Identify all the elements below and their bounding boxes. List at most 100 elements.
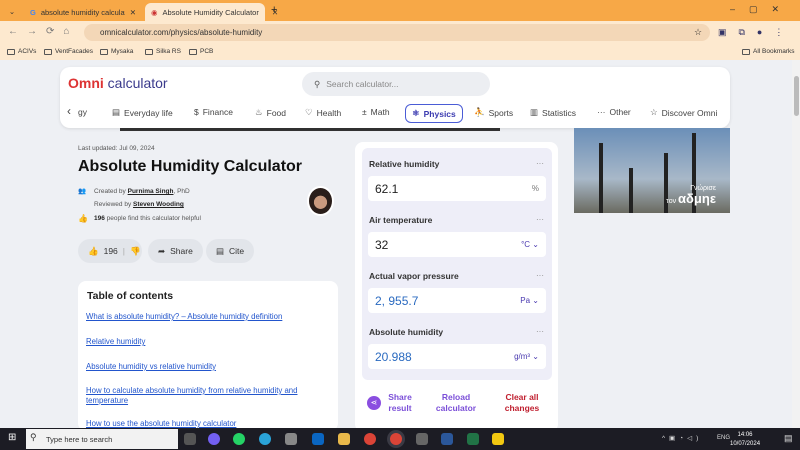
nav-item-everyday-life[interactable]: ▤Everyday life [112,107,173,118]
food-icon: ♨ [255,107,263,118]
folder-icon [189,49,197,55]
share-icon[interactable]: ⋖ [367,396,381,410]
nav-item-math[interactable]: ±Math [362,107,390,117]
pole-shape [599,143,603,213]
field-label: Relative humidity [369,159,439,169]
unit-select[interactable]: g/m³ ⌄ [514,352,539,361]
language-indicator[interactable]: ENG [717,435,730,441]
close-icon[interactable]: ✕ [130,8,136,17]
telegram-icon[interactable] [259,433,271,445]
search-icon: ⚲ [314,79,320,90]
calendar-icon: ▤ [112,107,120,118]
notifications-icon[interactable]: ▤ [784,433,793,444]
thumbs-up-icon: 👍 [88,246,99,257]
nav-item-technology[interactable]: gy [78,107,87,117]
more-options-icon[interactable]: ··· [536,159,544,168]
bookmark-star-icon[interactable]: ☆ [694,27,702,38]
reviewer-link[interactable]: Steven Wooding [133,201,184,208]
nav-item-sports[interactable]: ⛹Sports [474,107,513,118]
calculator-app-icon[interactable] [285,433,297,445]
toc-link[interactable]: How to calculate absolute humidity from … [86,386,326,405]
extensions-icons[interactable]: ▣⧉●⋮ [718,27,795,38]
cite-button[interactable]: ▤Cite [206,239,254,263]
nav-item-finance[interactable]: $Finance [194,107,233,117]
all-bookmarks[interactable]: All Bookmarks [742,48,795,55]
atom-icon: ⚛ [412,108,420,119]
sports-icon: ⛹ [474,107,485,118]
sticky-notes-icon[interactable] [492,433,504,445]
more-options-icon[interactable]: ··· [536,215,544,224]
absolute-humidity-input[interactable]: 20.988g/m³ ⌄ [368,344,546,369]
share-button[interactable]: ➦Share [148,239,203,263]
file-explorer-icon[interactable] [338,433,350,445]
tab-omni[interactable]: ◉Absolute Humidity Calculator✕ [145,3,265,21]
toc-link[interactable]: Relative humidity [86,337,326,347]
unit-select[interactable]: °C ⌄ [521,240,539,249]
toc-title: Table of contents [87,290,173,302]
unit-select[interactable]: Pa ⌄ [520,296,539,305]
nav-item-statistics[interactable]: ▥Statistics [530,107,576,118]
app-icon[interactable] [416,433,428,445]
excel-icon[interactable] [467,433,479,445]
system-tray-icons[interactable]: ^▣◔◁) [662,434,702,442]
word-icon[interactable] [441,433,453,445]
hero-image-strip [120,128,500,131]
bookmark-folder[interactable]: Mysaka [100,48,133,55]
tab-search-button[interactable]: ⌄ [4,4,20,18]
more-options-icon[interactable]: ··· [536,271,544,280]
bookmark-folder[interactable]: ACIVs [7,48,36,55]
nav-prev-button[interactable]: ‹ [67,104,71,118]
share-arrow-icon: ➦ [158,246,165,257]
author-link[interactable]: Purnima Singh [128,188,174,195]
air-temperature-input[interactable]: 32°C ⌄ [368,232,546,257]
thumbs-down-icon[interactable]: 👎 [130,246,141,257]
reload-calculator-button[interactable]: Reload calculator [432,392,480,413]
scrollbar-thumb[interactable] [794,76,799,116]
share-result-button[interactable]: Share result [386,392,414,413]
bookmark-folder[interactable]: Silka RS [145,48,181,55]
toc-link[interactable]: What is absolute humidity? – Absolute hu… [86,312,326,322]
address-bar[interactable]: omnicalculator.com/physics/absolute-humi… [84,24,710,41]
nav-item-health[interactable]: ♡Health [305,107,341,118]
chrome-icon[interactable] [364,433,376,445]
nav-buttons[interactable]: ←→⟳⌂ [8,26,78,37]
nav-item-discover-omni[interactable]: ☆Discover Omni [650,107,717,118]
bookmark-folder[interactable]: VentFacades [44,48,93,55]
more-options-icon[interactable]: ··· [536,327,544,336]
field-label: Air temperature [369,215,432,225]
toc-link[interactable]: Absolute humidity vs relative humidity [86,362,326,372]
clear-changes-button[interactable]: Clear all changes [498,392,546,413]
bookmark-folder[interactable]: PCB [189,48,213,55]
new-tab-button[interactable]: + [271,4,277,16]
window-controls[interactable]: –▢✕ [730,4,793,15]
clock[interactable]: 14:0610/07/2024 [730,431,760,449]
like-button[interactable]: 👍196|👎 [78,239,142,263]
math-icon: ± [362,107,367,117]
advertisement[interactable]: Γνώρισετον αδμηε [574,128,730,213]
omni-logo[interactable]: Omni calculator [68,75,168,91]
helpful-text: 196 people find this calculator helpful [94,215,201,222]
tab-google[interactable]: Gabsolute humidity calculator - Google✕ [24,3,142,21]
author-avatar [307,186,334,216]
created-by: Created by Purnima Singh, PhD [94,188,190,195]
nav-item-other[interactable]: ···Other [597,107,631,117]
ad-text: Γνώρισετον αδμηε [666,185,716,205]
taskbar-search[interactable]: Type here to search [26,429,178,449]
search-input[interactable]: ⚲Search calculator... [302,72,490,96]
google-icon: G [30,8,36,17]
whatsapp-icon[interactable] [233,433,245,445]
windows-start-icon[interactable]: ⊞ [8,432,16,443]
field-label: Absolute humidity [369,327,443,337]
task-view-icon[interactable] [184,433,196,445]
nav-item-physics[interactable]: ⚛Physics [405,104,463,123]
linkedin-icon[interactable] [312,433,324,445]
chart-icon: ▥ [530,107,538,118]
folder-icon [742,49,750,55]
nav-item-food[interactable]: ♨Food [255,107,286,118]
chrome-active-icon[interactable] [390,433,402,445]
last-updated: Last updated: Jul 09, 2024 [78,145,155,152]
vapor-pressure-input[interactable]: 2, 955.7Pa ⌄ [368,288,546,313]
relative-humidity-input[interactable]: 62.1% [368,176,546,201]
field-label: Actual vapor pressure [369,271,459,281]
viber-icon[interactable] [208,433,220,445]
